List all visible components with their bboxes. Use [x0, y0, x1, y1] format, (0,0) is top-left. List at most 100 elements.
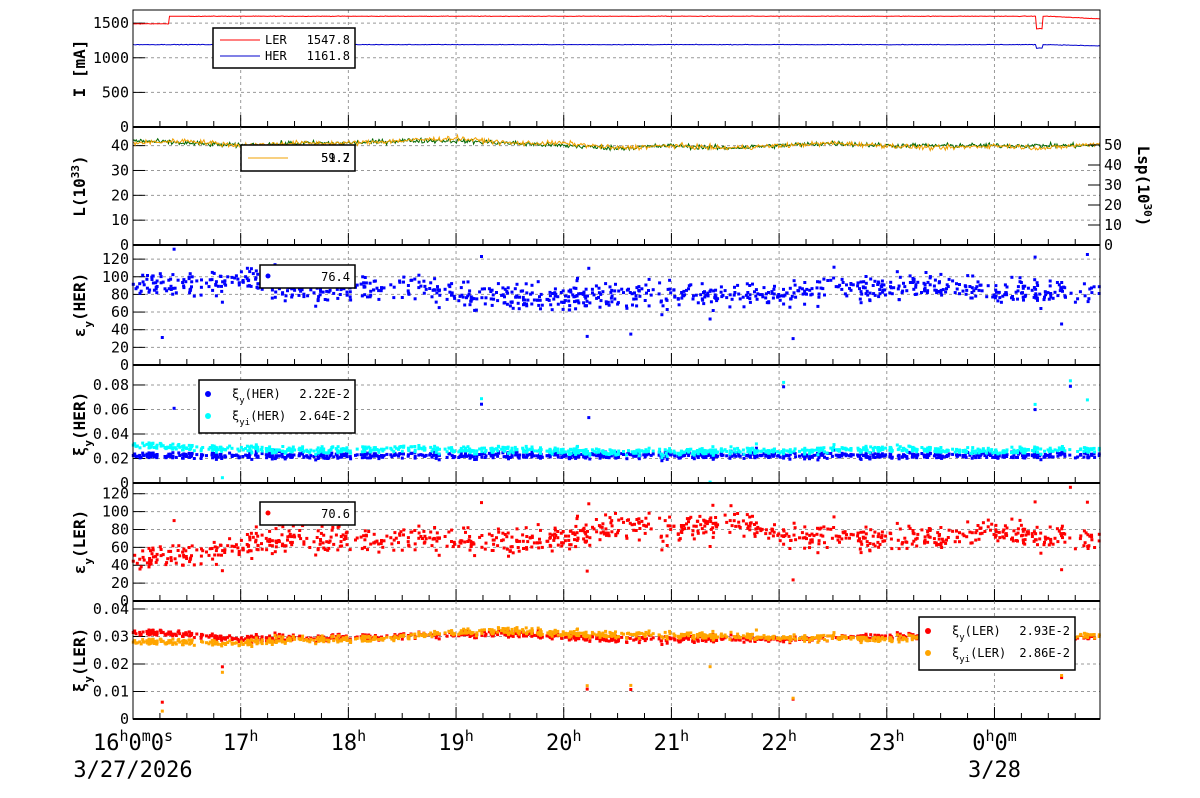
- data-point: [251, 272, 255, 276]
- data-point: [407, 543, 411, 547]
- data-point: [372, 541, 376, 545]
- right-axis-title-rest: ): [1134, 217, 1153, 227]
- data-point: [1068, 453, 1072, 457]
- data-point: [362, 453, 366, 457]
- data-point: [898, 275, 902, 279]
- data-point: [177, 629, 181, 633]
- data-point: [575, 517, 579, 521]
- data-point: [732, 519, 736, 523]
- data-point: [708, 317, 712, 321]
- data-point: [339, 535, 343, 538]
- data-point: [297, 534, 301, 538]
- data-point: [539, 292, 543, 296]
- data-point: [375, 539, 379, 543]
- data-point: [634, 294, 638, 298]
- data-point: [548, 543, 552, 547]
- data-point: [634, 297, 638, 301]
- data-point: [601, 637, 605, 641]
- data-point: [928, 283, 932, 287]
- data-point: [189, 633, 193, 637]
- data-point: [163, 446, 167, 449]
- data-point: [547, 449, 551, 453]
- data-point: [1026, 530, 1030, 534]
- data-point: [782, 450, 786, 454]
- data-point: [604, 638, 608, 642]
- data-point: [332, 291, 336, 295]
- data-point: [342, 448, 346, 452]
- data-point: [764, 296, 768, 300]
- data-point: [160, 700, 164, 704]
- right-axis-title-sup: 30: [1142, 203, 1155, 216]
- data-point: [629, 332, 633, 336]
- data-point: [1033, 408, 1037, 412]
- data-point: [210, 547, 214, 550]
- data-point: [577, 451, 581, 455]
- data-point: [789, 538, 793, 542]
- data-point: [491, 538, 495, 542]
- y-axis-title: εy(HER): [70, 273, 95, 337]
- data-point: [911, 446, 914, 450]
- data-point: [793, 447, 797, 451]
- data-point: [772, 448, 776, 452]
- data-point: [903, 285, 907, 289]
- data-point: [575, 279, 579, 283]
- data-point: [212, 540, 216, 544]
- data-point: [788, 457, 792, 461]
- data-point: [998, 296, 1002, 300]
- data-point: [548, 290, 552, 294]
- data-point: [490, 303, 494, 307]
- data-point: [794, 295, 798, 299]
- data-point: [916, 280, 920, 284]
- data-point: [711, 445, 715, 449]
- data-point: [705, 293, 709, 297]
- y-tick-label: 0.06: [93, 400, 129, 418]
- data-point: [649, 293, 653, 297]
- data-point: [640, 287, 644, 291]
- data-point: [728, 293, 732, 297]
- data-point: [381, 545, 385, 549]
- data-point: [723, 289, 727, 293]
- data-point: [694, 293, 698, 297]
- data-point: [712, 531, 716, 535]
- data-point: [585, 334, 589, 338]
- data-point: [417, 273, 421, 277]
- data-point: [751, 282, 754, 286]
- data-point: [986, 525, 990, 529]
- data-point: [703, 524, 707, 528]
- data-point: [236, 546, 240, 550]
- data-point: [878, 454, 882, 458]
- legend: 76.4: [259, 264, 356, 289]
- data-point: [400, 548, 404, 552]
- data-point: [349, 298, 353, 302]
- data-point: [505, 547, 509, 551]
- data-point: [817, 456, 821, 459]
- data-point: [1053, 536, 1057, 540]
- data-point: [516, 546, 520, 549]
- data-point: [897, 453, 901, 457]
- data-point: [277, 454, 281, 458]
- data-point: [422, 448, 426, 452]
- data-point: [1032, 530, 1036, 534]
- data-point: [338, 544, 342, 548]
- data-point: [302, 540, 306, 544]
- data-point: [283, 549, 287, 553]
- data-point: [325, 454, 329, 458]
- data-point: [528, 536, 532, 540]
- data-point: [525, 450, 529, 454]
- data-point: [379, 289, 383, 293]
- data-point: [483, 547, 487, 551]
- data-point: [856, 534, 860, 538]
- data-point: [491, 549, 495, 552]
- data-point: [1003, 283, 1007, 287]
- data-point: [668, 278, 672, 282]
- data-point: [1038, 292, 1042, 296]
- y-tick-label: 0.02: [93, 449, 129, 467]
- data-point: [932, 454, 936, 458]
- data-point: [748, 528, 752, 532]
- data-point: [574, 524, 578, 528]
- data-point: [825, 451, 829, 455]
- y-tick-label: 100: [102, 268, 129, 286]
- data-point: [714, 297, 718, 300]
- y-tick-label: 0.04: [93, 425, 129, 443]
- data-point: [832, 631, 836, 635]
